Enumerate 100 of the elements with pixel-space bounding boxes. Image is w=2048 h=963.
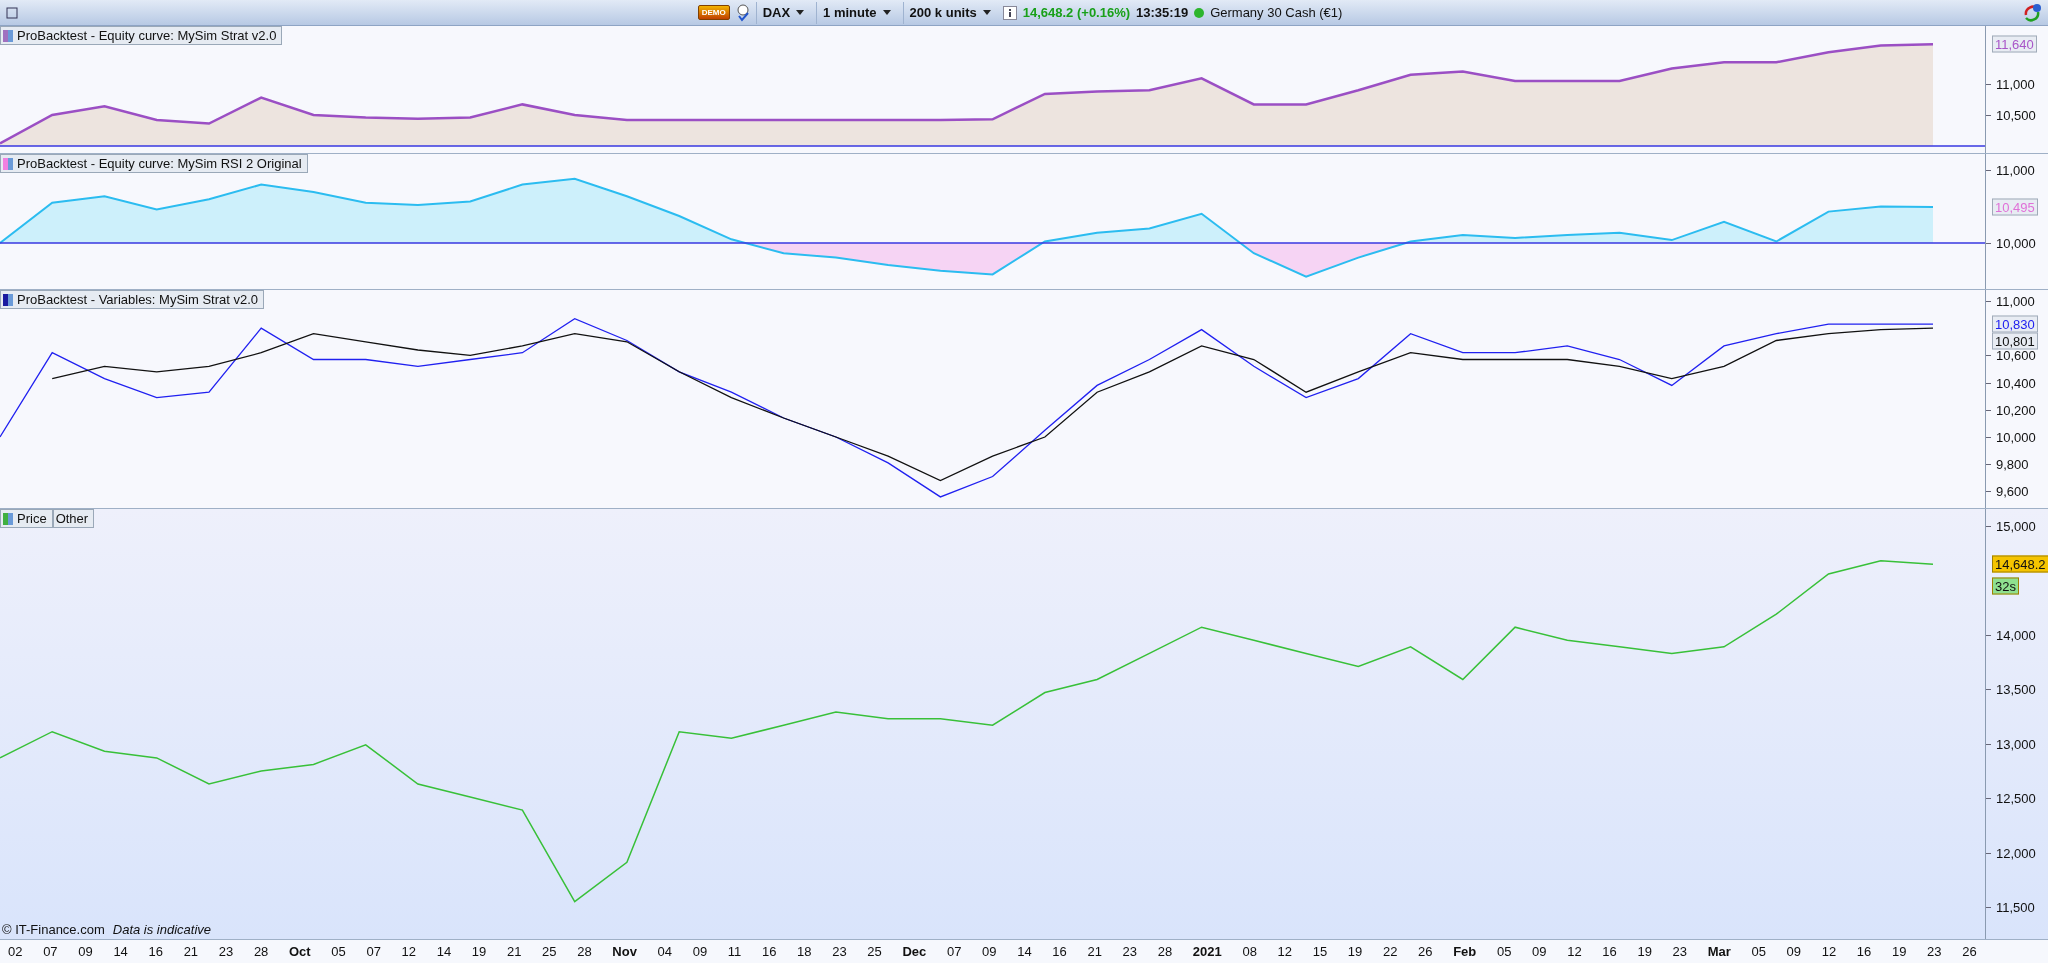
axis-date-label: 14 [1017,944,1032,959]
axis-date-label: 21 [506,944,522,959]
caret-icon [882,10,891,15]
axis-tick-label: 10,200 [1996,402,2036,418]
axis-date-label: 12 [1821,944,1837,959]
axis-date-label: 09 [1786,944,1802,959]
axis-date-label: 23 [218,944,234,959]
axis-date-label: 05 [331,944,346,959]
axis-tick-label: 10,600 [1996,347,2036,363]
price-text: 14,648.2 (+0.16%) [1022,5,1131,20]
axis-tick-label: 10,500 [1996,107,2036,123]
dropdown-button[interactable]: 200 k units [902,1,997,24]
axis-date-label: 21 [183,944,199,959]
axis-tick-label: 13,500 [1996,681,2036,697]
axis-date-label: 19 [471,944,487,959]
axis-date-label: 05 [1496,944,1512,959]
value-label: 10,801 [1992,332,2038,350]
window-icon[interactable] [6,6,18,19]
axis-date-label: 19 [1892,944,1907,959]
axis-date-label: Feb [1453,944,1477,959]
axis-tick-label: 12,500 [1996,790,2036,806]
legend-label[interactable]: ProBacktest - Equity curve: MySim RSI 2 Original [0,154,308,173]
axis-date-label: 23 [1672,944,1688,959]
axis-date-label: 28 [1157,944,1173,959]
axis-tick-label: 11,500 [1996,899,2035,915]
axis-tick-label: 11,000 [1996,293,2035,309]
axis-date-label: 09 [692,944,708,959]
axis-date-label: 18 [797,944,812,959]
axis-date-label: 26 [1962,944,1977,959]
caret-icon [796,10,805,15]
time-text: 13:35:19 [1136,5,1189,20]
axis-tick-label: 15,000 [1996,518,2036,534]
axis-date-label: 19 [1347,944,1363,959]
axis-date-label: 14 [436,944,452,959]
value-label: 14,648.2 [1992,555,2048,573]
axis-tick-label: 12,000 [1996,845,2036,861]
disclaimer-text: Data is indicative [112,922,212,937]
axis-date-label: 16 [1856,944,1872,959]
axis-date-label: 04 [657,944,672,959]
axis-date-label: 23 [1122,944,1138,959]
axis-date-label: Nov [612,944,637,959]
legend-label[interactable]: ProBacktest - Equity curve: MySim Strat v2.0 [0,26,283,45]
legend-label[interactable]: Other [52,509,95,528]
legend-label[interactable]: ProBacktest - Variables: MySim Strat v2.0 [0,290,265,309]
instrument-name: Germany 30 Cash (€1) [1210,5,1343,20]
axis-date-label: 23 [1927,944,1942,959]
axis-date-label: 22 [1382,944,1398,959]
axis-date-label: 07 [366,944,381,959]
info-icon[interactable] [1002,5,1017,20]
axis-date-label: 12 [1567,944,1582,959]
demo-badge: DEMO [697,5,730,20]
axis-date-label: 09 [1532,944,1547,959]
caret-icon [982,10,991,15]
copyright-text: © IT-Finance.com [2,922,105,937]
axis-date-label: 25 [542,944,557,959]
axis-tick-label: 9,800 [1996,456,2029,472]
dropdown-button[interactable]: 1 minute [816,1,897,24]
axis-date-label: 16 [761,944,777,959]
axis-tick-label: 11,000 [1996,76,2035,92]
axis-date-label: 16 [1052,944,1067,959]
axis-date-label: 28 [253,944,269,959]
axis-date-label: 08 [1242,944,1257,959]
status-dot [1194,7,1205,18]
axis-date-label: 05 [1751,944,1766,959]
axis-date-label: 11 [727,944,742,959]
axis-date-label: 28 [577,944,592,959]
axis-date-label: 14 [113,944,128,959]
value-label: 32s [1992,577,2019,595]
axis-date-label: 09 [78,944,93,959]
axis-date-label: Mar [1707,944,1731,959]
refresh-icon[interactable] [2022,2,2042,23]
axis-date-label: 12 [1277,944,1292,959]
axis-date-label: 23 [832,944,847,959]
axis-date-label: 02 [8,944,23,959]
axis-tick-label: 11,000 [1996,162,2035,178]
axis-date-label: 2021 [1192,944,1222,959]
axis-date-label: 19 [1637,944,1652,959]
axis-tick-label: 14,000 [1996,627,2036,643]
axis-tick-label: 9,600 [1996,483,2029,499]
axis-date-label: Oct [289,944,311,959]
axis-date-label: 26 [1418,944,1433,959]
axis-date-label: 21 [1087,944,1102,959]
clock-check-icon[interactable] [735,3,750,22]
legend-label[interactable]: Price [0,509,53,528]
axis-date-label: 09 [982,944,997,959]
value-label: 10,495 [1992,198,2038,216]
axis-date-label: 25 [867,944,882,959]
dropdown-button[interactable]: DAX [755,1,811,24]
axis-date-label: 16 [148,944,163,959]
axis-tick-label: 13,000 [1996,736,2036,752]
axis-date-label: 15 [1312,944,1328,959]
axis-tick-label: 10,400 [1996,375,2036,391]
axis-date-label: 07 [946,944,962,959]
value-label: 10,830 [1992,315,2038,333]
axis-date-label: Dec [902,944,927,959]
axis-tick-label: 10,000 [1996,235,2036,251]
axis-tick-label: 10,000 [1996,429,2036,445]
axis-date-label: 16 [1602,944,1617,959]
axis-date-label: 12 [401,944,417,959]
value-label: 11,640 [1992,35,2037,53]
